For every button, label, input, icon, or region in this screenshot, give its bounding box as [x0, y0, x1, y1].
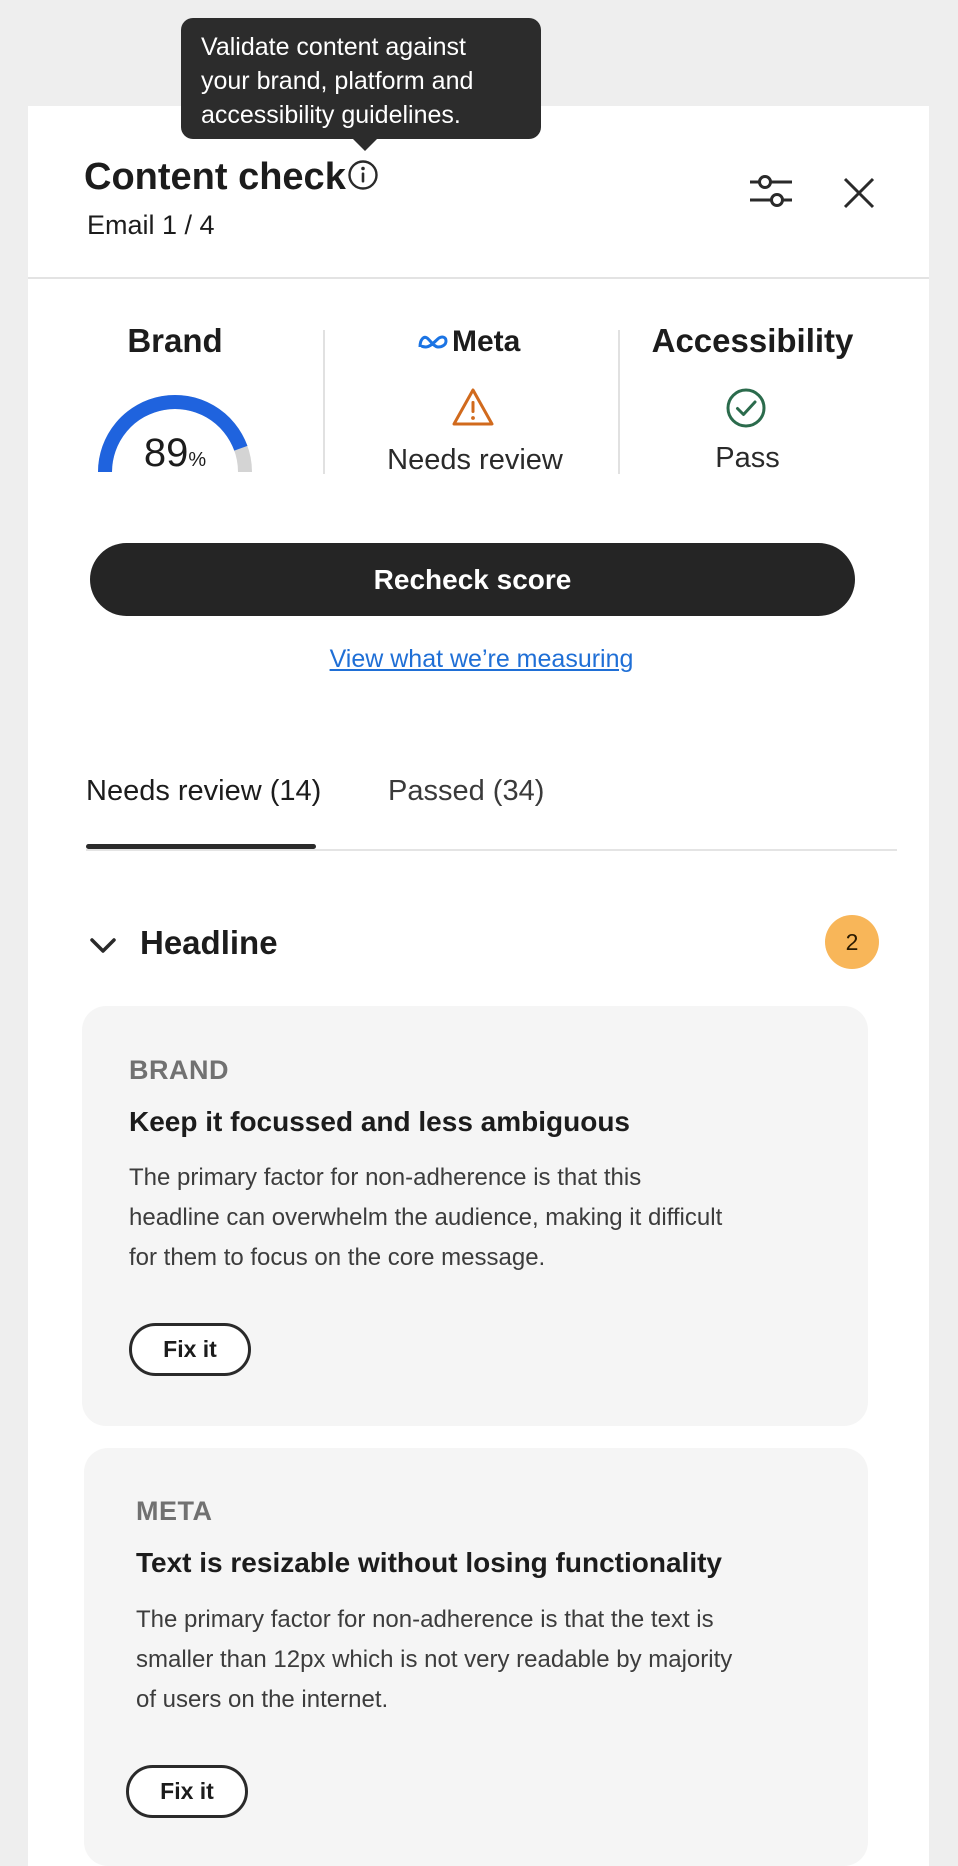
- issue-count-badge: 2: [825, 915, 879, 969]
- tab-needs-review[interactable]: Needs review (14): [86, 775, 321, 808]
- card-description: The primary factor for non-adherence is …: [129, 1164, 723, 1271]
- card-title: Text is resizable without losing functio…: [136, 1547, 722, 1578]
- card-title: Keep it focussed and less ambiguous: [129, 1106, 631, 1137]
- active-tab-indicator: [86, 844, 316, 849]
- meta-status-text: Needs review: [387, 444, 563, 476]
- recheck-score-button[interactable]: Recheck score: [90, 543, 855, 616]
- view-measuring-link[interactable]: View what we’re measuring: [0, 645, 958, 674]
- checkmark-circle-icon: [726, 388, 766, 428]
- score-divider: [618, 330, 620, 474]
- card-category: BRAND: [129, 1055, 229, 1085]
- warning-icon: [452, 388, 494, 426]
- tabs-divider: [86, 849, 897, 851]
- meta-logo-icon: [418, 335, 448, 349]
- meta-score-label: Meta: [452, 325, 521, 358]
- close-icon[interactable]: [842, 176, 876, 210]
- info-icon[interactable]: [347, 159, 379, 191]
- fix-it-button[interactable]: Fix it: [129, 1323, 251, 1376]
- header-divider: [28, 277, 929, 279]
- score-divider: [323, 330, 325, 474]
- panel-title: Content check: [84, 156, 346, 198]
- accessibility-score-label: Accessibility: [651, 322, 854, 359]
- tab-passed[interactable]: Passed (34): [388, 775, 544, 808]
- filter-settings-icon[interactable]: [748, 171, 794, 211]
- accessibility-status-text: Pass: [715, 442, 780, 474]
- fix-it-button[interactable]: Fix it: [126, 1765, 248, 1818]
- section-title: Headline: [140, 924, 278, 961]
- chevron-down-icon[interactable]: [88, 932, 118, 958]
- email-counter: Email 1 / 4: [87, 210, 215, 240]
- card-description: The primary factor for non-adherence is …: [136, 1606, 733, 1713]
- card-category: META: [136, 1496, 213, 1526]
- brand-score-value: 89%: [143, 431, 207, 475]
- info-tooltip: Validate content against your brand, pla…: [181, 18, 541, 151]
- brand-score-label: Brand: [127, 322, 223, 359]
